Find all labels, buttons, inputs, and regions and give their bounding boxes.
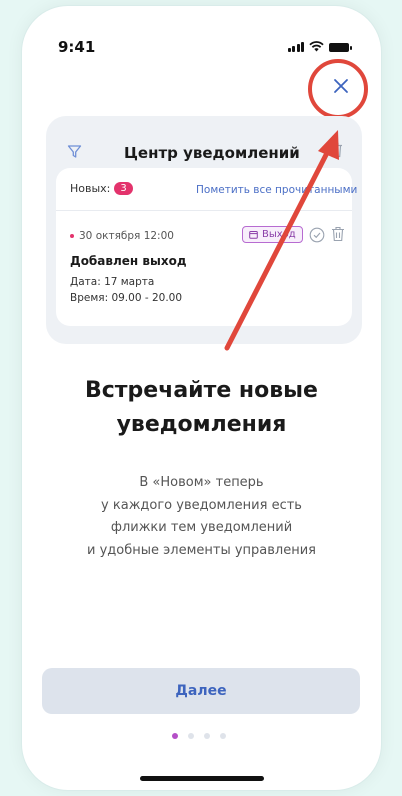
- onboarding-description: В «Новом» теперь у каждого уведомления е…: [22, 472, 381, 562]
- next-button[interactable]: Далее: [42, 668, 360, 714]
- desc-line-2: у каждого уведомления есть: [101, 497, 302, 513]
- desc-line-1: В «Новом» теперь: [139, 475, 264, 490]
- page-dot-3[interactable]: [204, 733, 210, 739]
- phone-frame: 9:41 Центр уведомлений Новых: 3 Пометить…: [22, 6, 381, 790]
- onboarding-heading: Встречайте новые уведомления: [22, 374, 381, 442]
- page-dot-1[interactable]: [172, 733, 178, 739]
- heading-line-2: уведомления: [116, 412, 287, 437]
- page-indicator: [172, 733, 226, 739]
- heading-line-1: Встречайте новые: [85, 378, 318, 403]
- home-indicator: [140, 776, 264, 781]
- desc-line-4: и удобные элементы управления: [87, 542, 316, 558]
- page-dot-2[interactable]: [188, 733, 194, 739]
- arrow-annotation: [224, 130, 339, 351]
- desc-line-3: флижки тем уведомлений: [110, 520, 293, 535]
- page-dot-4[interactable]: [220, 733, 226, 739]
